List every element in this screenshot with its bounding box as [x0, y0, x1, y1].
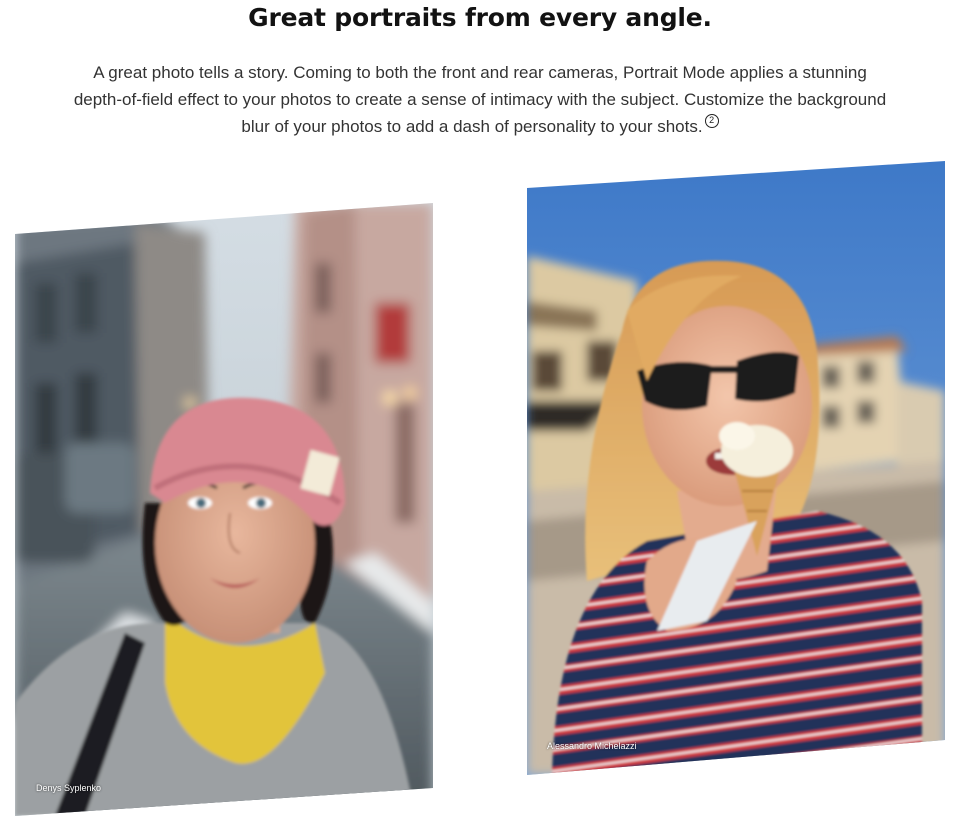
portrait-image-icecream [527, 161, 945, 775]
portrait-image-street [15, 203, 433, 816]
portrait-photo-right: Alessandro Michelazzi [527, 161, 945, 775]
description-text: A great photo tells a story. Coming to b… [73, 63, 887, 136]
section-title: Great portraits from every angle. [248, 3, 712, 32]
section-description: A great photo tells a story. Coming to b… [70, 59, 890, 140]
footnote-marker[interactable]: 2 [704, 114, 719, 128]
portrait-photo-left: Denys Syplenko [15, 203, 433, 816]
photo-credit-right: Alessandro Michelazzi [547, 741, 637, 751]
photo-credit-left: Denys Syplenko [36, 783, 102, 793]
